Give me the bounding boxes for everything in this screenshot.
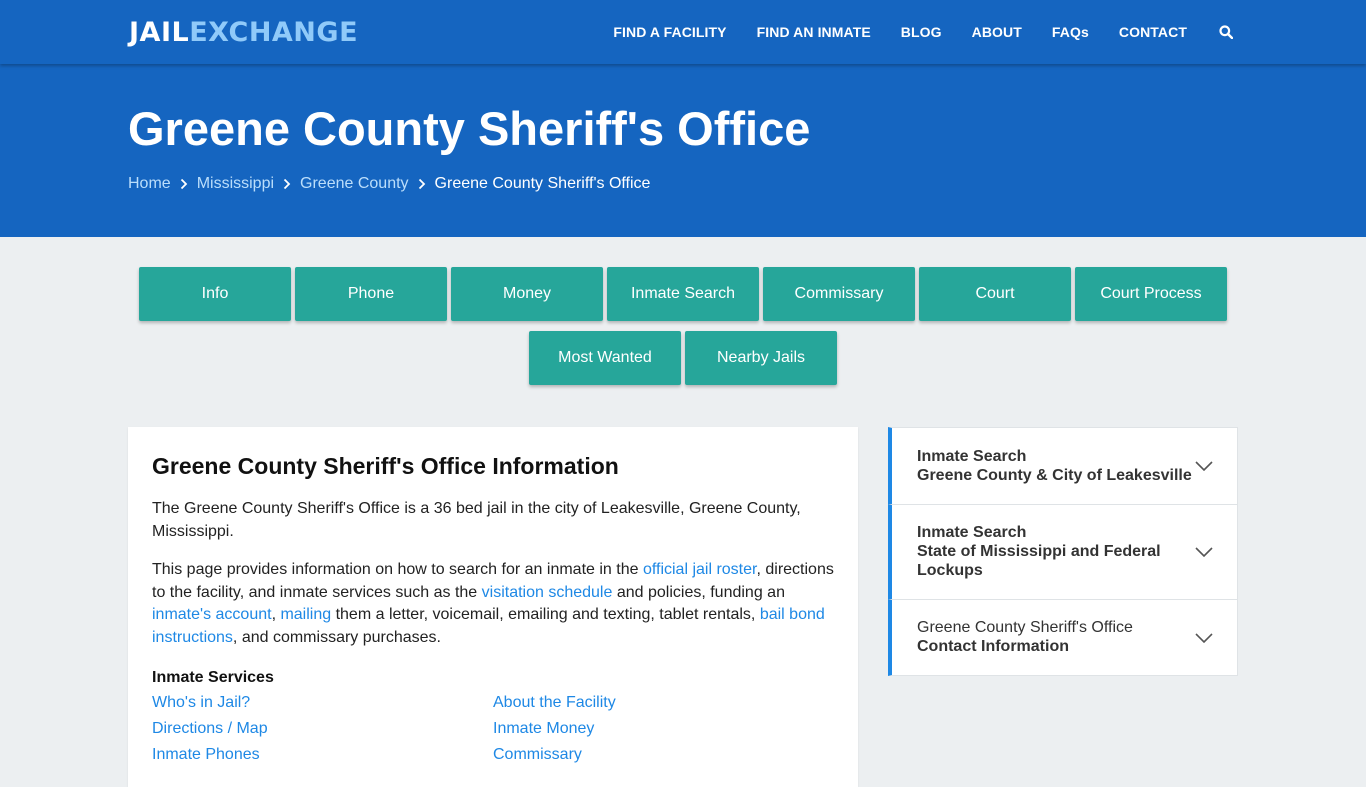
accordion-subtitle: Greene County & City of Leakesville bbox=[917, 467, 1192, 484]
section-tabs-row-1: Info Phone Money Inmate Search Commissar… bbox=[0, 267, 1366, 321]
section-tabs-row-2: Most Wanted Nearby Jails bbox=[0, 331, 1366, 385]
tab-nearby-jails[interactable]: Nearby Jails bbox=[685, 331, 837, 385]
hero-banner: Greene County Sheriff's Office Home Miss… bbox=[0, 64, 1366, 237]
page-title: Greene County Sheriff's Office bbox=[128, 102, 811, 155]
logo-part-exchange: EXCHANGE bbox=[189, 17, 359, 48]
service-link-directions-map[interactable]: Directions / Map bbox=[152, 720, 268, 738]
nav-find-inmate[interactable]: FIND AN INMATE bbox=[757, 24, 871, 40]
breadcrumb-county[interactable]: Greene County bbox=[300, 175, 409, 193]
tab-commissary[interactable]: Commissary bbox=[763, 267, 915, 321]
service-link-inmate-phones[interactable]: Inmate Phones bbox=[152, 746, 260, 764]
inmate-services-heading: Inmate Services bbox=[152, 669, 274, 686]
link-inmate-account[interactable]: inmate's account bbox=[152, 606, 272, 623]
chevron-down-icon bbox=[1195, 547, 1213, 557]
accordion-label: Inmate Search State of Mississippi and F… bbox=[917, 523, 1161, 580]
accordion-title: Greene County Sheriff's Office bbox=[917, 619, 1133, 636]
accordion-title: Inmate Search bbox=[917, 524, 1027, 541]
service-link-inmate-money[interactable]: Inmate Money bbox=[493, 720, 594, 738]
facility-info-card: Greene County Sheriff's Office Informati… bbox=[128, 427, 858, 787]
tab-court-process[interactable]: Court Process bbox=[1075, 267, 1227, 321]
breadcrumb-home[interactable]: Home bbox=[128, 175, 171, 193]
link-mailing[interactable]: mailing bbox=[280, 606, 331, 623]
logo-part-jail: JAIL bbox=[129, 17, 190, 48]
link-official-jail-roster[interactable]: official jail roster bbox=[643, 561, 757, 578]
tab-inmate-search[interactable]: Inmate Search bbox=[607, 267, 759, 321]
chevron-down-icon bbox=[1195, 633, 1213, 643]
accordion-label: Greene County Sheriff's Office Contact I… bbox=[917, 618, 1133, 656]
tab-money[interactable]: Money bbox=[451, 267, 603, 321]
nav-faqs[interactable]: FAQs bbox=[1052, 24, 1089, 40]
chevron-right-icon bbox=[283, 178, 291, 190]
top-navbar: JAILEXCHANGE FIND A FACILITY FIND AN INM… bbox=[0, 0, 1366, 64]
service-link-whos-in-jail[interactable]: Who's in Jail? bbox=[152, 694, 250, 712]
info-heading: Greene County Sheriff's Office Informati… bbox=[152, 453, 619, 479]
breadcrumb-state[interactable]: Mississippi bbox=[197, 175, 274, 193]
service-link-about-facility[interactable]: About the Facility bbox=[493, 694, 616, 712]
text-segment: This page provides information on how to… bbox=[152, 561, 643, 578]
text-segment: them a letter, voicemail, emailing and t… bbox=[331, 606, 760, 623]
nav-blog[interactable]: BLOG bbox=[901, 24, 942, 40]
tab-court[interactable]: Court bbox=[919, 267, 1071, 321]
link-visitation-schedule[interactable]: visitation schedule bbox=[482, 584, 613, 601]
accordion-title: Inmate Search bbox=[917, 448, 1027, 465]
search-icon[interactable] bbox=[1219, 25, 1233, 39]
chevron-right-icon bbox=[418, 178, 426, 190]
tab-info[interactable]: Info bbox=[139, 267, 291, 321]
accordion-label: Inmate Search Greene County & City of Le… bbox=[917, 447, 1192, 485]
accordion-contact-information[interactable]: Greene County Sheriff's Office Contact I… bbox=[888, 599, 1238, 676]
site-logo[interactable]: JAILEXCHANGE bbox=[129, 17, 358, 49]
services-paragraph: This page provides information on how to… bbox=[152, 559, 842, 649]
tab-most-wanted[interactable]: Most Wanted bbox=[529, 331, 681, 385]
accordion-inmate-search-state[interactable]: Inmate Search State of Mississippi and F… bbox=[888, 504, 1238, 600]
tab-phone[interactable]: Phone bbox=[295, 267, 447, 321]
chevron-down-icon bbox=[1195, 461, 1213, 471]
text-segment: , and commissary purchases. bbox=[232, 628, 441, 646]
text-segment: and policies, funding an bbox=[612, 583, 785, 601]
main-nav: FIND A FACILITY FIND AN INMATE BLOG ABOU… bbox=[583, 0, 1233, 64]
nav-find-facility[interactable]: FIND A FACILITY bbox=[613, 24, 726, 40]
breadcrumb-current: Greene County Sheriff's Office bbox=[434, 175, 651, 192]
chevron-right-icon bbox=[180, 178, 188, 190]
nav-about[interactable]: ABOUT bbox=[972, 24, 1022, 40]
service-link-commissary[interactable]: Commissary bbox=[493, 746, 582, 764]
accordion-inmate-search-county[interactable]: Inmate Search Greene County & City of Le… bbox=[888, 427, 1238, 505]
breadcrumb: Home Mississippi Greene County Greene Co… bbox=[128, 175, 650, 193]
accordion-subtitle: State of Mississippi and Federal bbox=[917, 543, 1161, 560]
accordion-subtitle-cont: Lockups bbox=[917, 562, 983, 579]
nav-contact[interactable]: CONTACT bbox=[1119, 24, 1187, 40]
intro-paragraph: The Greene County Sheriff's Office is a … bbox=[152, 500, 801, 540]
accordion-subtitle: Contact Information bbox=[917, 638, 1069, 655]
